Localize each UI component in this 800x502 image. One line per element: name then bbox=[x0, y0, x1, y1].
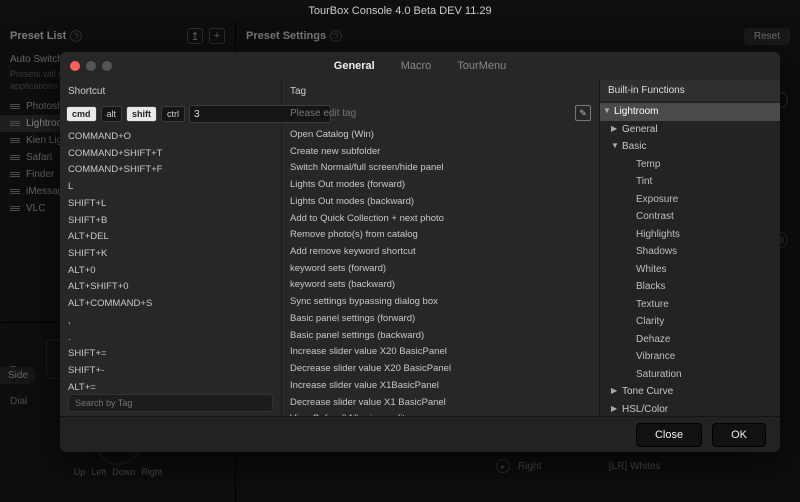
functions-column: Built-in Functions ▼Lightroom▶General▼Ba… bbox=[600, 80, 780, 416]
app-title-bar: TourBox Console 4.0 Beta DEV 11.29 bbox=[0, 0, 800, 22]
tree-leaf[interactable]: Saturation bbox=[600, 366, 780, 384]
tag-list[interactable]: Open Catalog (Win)Create new subfolderSw… bbox=[282, 127, 599, 416]
tag-row[interactable]: Increase slider value X1BasicPanel bbox=[282, 378, 599, 395]
modal-tabs: General Macro TourMenu bbox=[60, 54, 780, 78]
shortcut-row[interactable]: ALT+= bbox=[60, 380, 281, 390]
shortcut-row[interactable]: ALT+COMMAND+S bbox=[60, 296, 281, 313]
key-shift[interactable]: shift bbox=[126, 106, 157, 122]
tag-row[interactable]: Add remove keyword shortcut bbox=[282, 244, 599, 261]
modifier-key-row: cmd alt shift ctrl bbox=[60, 101, 281, 129]
tree-leaf[interactable]: Texture bbox=[600, 296, 780, 314]
key-ctrl[interactable]: ctrl bbox=[161, 106, 185, 122]
close-button[interactable]: Close bbox=[636, 423, 702, 447]
functions-header: Built-in Functions bbox=[600, 80, 780, 101]
tree-leaf[interactable]: Tint bbox=[600, 173, 780, 191]
shortcut-row[interactable]: ALT+DEL bbox=[60, 229, 281, 246]
tree-leaf[interactable]: Contrast bbox=[600, 208, 780, 226]
functions-tree[interactable]: ▼Lightroom▶General▼BasicTempTintExposure… bbox=[600, 101, 780, 416]
tab-tourmenu[interactable]: TourMenu bbox=[455, 54, 508, 78]
tag-row[interactable]: Decrease slider value X1 BasicPanel bbox=[282, 395, 599, 412]
shortcut-header: Shortcut bbox=[60, 80, 281, 101]
tree-leaf[interactable]: Whites bbox=[600, 261, 780, 279]
key-alt[interactable]: alt bbox=[101, 106, 123, 122]
shortcut-row[interactable]: SHIFT+L bbox=[60, 196, 281, 213]
tree-root[interactable]: ▼Lightroom bbox=[600, 103, 780, 121]
tag-column: Tag ✎ Open Catalog (Win)Create new subfo… bbox=[282, 80, 600, 416]
tree-leaf[interactable]: Dehaze bbox=[600, 331, 780, 349]
tag-row[interactable]: Switch Normal/full screen/hide panel bbox=[282, 160, 599, 177]
tag-row[interactable]: Add to Quick Collection + next photo bbox=[282, 211, 599, 228]
edit-icon[interactable]: ✎ bbox=[575, 105, 591, 121]
tag-header: Tag bbox=[282, 80, 599, 101]
shortcut-row[interactable]: COMMAND+SHIFT+T bbox=[60, 146, 281, 163]
tag-row[interactable]: Lights Out modes (backward) bbox=[282, 194, 599, 211]
tag-input[interactable] bbox=[290, 108, 569, 119]
shortcut-row[interactable]: L bbox=[60, 179, 281, 196]
tab-macro[interactable]: Macro bbox=[399, 54, 434, 78]
chevron-right-icon: ▶ bbox=[611, 385, 617, 397]
modal-footer: Close OK bbox=[60, 416, 780, 452]
modal-titlebar: General Macro TourMenu bbox=[60, 52, 780, 80]
tag-row[interactable]: Create new subfolder bbox=[282, 144, 599, 161]
ok-button[interactable]: OK bbox=[712, 423, 766, 447]
shortcut-row[interactable]: SHIFT+- bbox=[60, 363, 281, 380]
tree-group[interactable]: ▶Tone Curve bbox=[600, 383, 780, 401]
tag-row[interactable]: Basic panel settings (forward) bbox=[282, 311, 599, 328]
shortcut-row[interactable]: SHIFT+B bbox=[60, 213, 281, 230]
tree-group[interactable]: ▶HSL/Color bbox=[600, 401, 780, 417]
tag-row[interactable]: Lights Out modes (forward) bbox=[282, 177, 599, 194]
shortcut-modal: General Macro TourMenu Shortcut cmd alt sh… bbox=[60, 52, 780, 452]
key-cmd[interactable]: cmd bbox=[66, 106, 97, 122]
tree-leaf[interactable]: Clarity bbox=[600, 313, 780, 331]
tag-row[interactable]: Remove photo(s) from catalog bbox=[282, 227, 599, 244]
shortcut-row[interactable]: COMMAND+SHIFT+F bbox=[60, 162, 281, 179]
tree-leaf[interactable]: Exposure bbox=[600, 191, 780, 209]
tree-leaf[interactable]: Vibrance bbox=[600, 348, 780, 366]
chevron-right-icon: ▶ bbox=[611, 123, 617, 135]
chevron-right-icon: ▶ bbox=[611, 403, 617, 415]
tree-leaf[interactable]: Temp bbox=[600, 156, 780, 174]
shortcut-row[interactable]: SHIFT+= bbox=[60, 346, 281, 363]
tab-general[interactable]: General bbox=[332, 54, 377, 78]
app-title: TourBox Console 4.0 Beta DEV 11.29 bbox=[308, 5, 491, 17]
tag-row[interactable]: Basic panel settings (backward) bbox=[282, 328, 599, 345]
shortcut-row[interactable]: ALT+0 bbox=[60, 263, 281, 280]
tag-row[interactable]: Open Catalog (Win) bbox=[282, 127, 599, 144]
shortcut-row[interactable]: . bbox=[60, 330, 281, 347]
tag-row[interactable]: keyword sets (forward) bbox=[282, 261, 599, 278]
search-input[interactable] bbox=[68, 394, 273, 412]
tree-group[interactable]: ▶General bbox=[600, 121, 780, 139]
tree-leaf[interactable]: Shadows bbox=[600, 243, 780, 261]
tag-row[interactable]: keyword sets (backward) bbox=[282, 277, 599, 294]
shortcut-row[interactable]: ALT+SHIFT+0 bbox=[60, 279, 281, 296]
tag-row[interactable]: Decrease slider value X20 BasicPanel bbox=[282, 361, 599, 378]
tree-leaf[interactable]: Blacks bbox=[600, 278, 780, 296]
tree-leaf[interactable]: Highlights bbox=[600, 226, 780, 244]
tree-group[interactable]: ▼Basic bbox=[600, 138, 780, 156]
tag-row[interactable]: Increase slider value X20 BasicPanel bbox=[282, 344, 599, 361]
shortcut-column: Shortcut cmd alt shift ctrl COMMAND+OCOM… bbox=[60, 80, 282, 416]
tag-row[interactable]: Sync settings bypassing dialog box bbox=[282, 294, 599, 311]
chevron-down-icon: ▼ bbox=[611, 140, 619, 152]
shortcut-row[interactable]: , bbox=[60, 313, 281, 330]
shortcut-row[interactable]: COMMAND+O bbox=[60, 129, 281, 146]
chevron-down-icon: ▼ bbox=[603, 105, 611, 117]
shortcut-row[interactable]: SHIFT+K bbox=[60, 246, 281, 263]
shortcut-list[interactable]: COMMAND+OCOMMAND+SHIFT+TCOMMAND+SHIFT+FL… bbox=[60, 129, 281, 390]
